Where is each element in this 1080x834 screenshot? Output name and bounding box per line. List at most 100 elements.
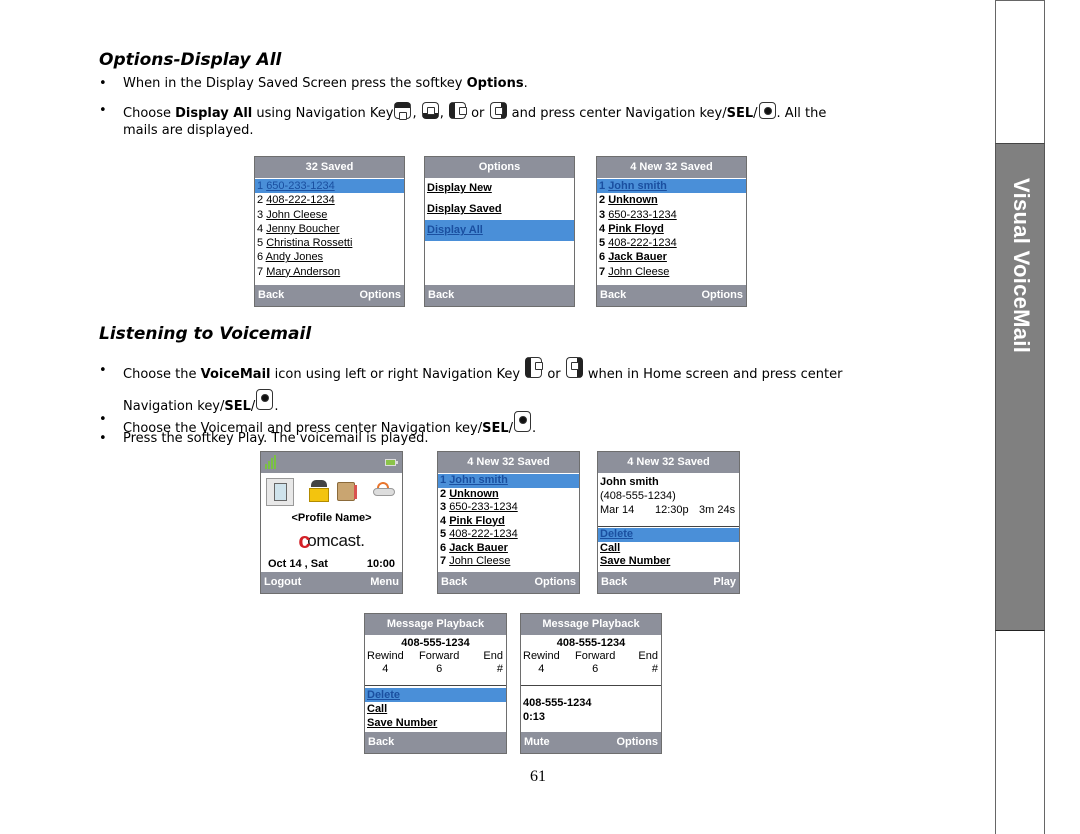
comcast-logo: comcast. [298, 528, 365, 553]
phone-screen-voicemail-detail: 4 New 32 Saved John smith (408-555-1234)… [597, 451, 740, 594]
list-item[interactable]: 1 650-233-1234 [255, 179, 404, 194]
softkey-back[interactable]: Back [428, 285, 454, 306]
list-item[interactable]: 6 Jack Bauer [438, 542, 579, 556]
section-title-options-display-all: Options-Display All [99, 50, 282, 70]
voicemail-app-icon[interactable] [266, 478, 294, 506]
side-tab-label: Visual VoiceMail [1009, 178, 1034, 354]
control-forward: Forward 6 [575, 650, 616, 675]
list-item[interactable]: 5 Christina Rossetti [255, 236, 404, 250]
phone-screen-playback-options: Message Playback 408-555-1234 Rewind 4 Fo… [364, 613, 507, 754]
softkey-options[interactable]: Options [534, 572, 576, 593]
nav-center-icon [758, 102, 776, 119]
bullet-dot: • [99, 431, 107, 446]
playing-number: 408-555-1234 [523, 697, 592, 709]
phonebook-app-icon[interactable] [309, 480, 329, 502]
option-display-new[interactable]: Display New [425, 178, 574, 199]
control-rewind: Rewind 4 [367, 650, 404, 675]
control-rewind: Rewind 4 [523, 650, 560, 675]
page-number: 61 [530, 768, 546, 785]
list-item[interactable]: 7 John Cleese [438, 555, 579, 569]
softkey-bar: Logout Menu [261, 572, 402, 593]
message-duration: 3m 24s [699, 504, 736, 516]
list-item[interactable]: 7 Mary Anderson [255, 265, 404, 279]
message-list: 1 650-233-1234 2 408-222-1234 3 John Cle… [255, 179, 404, 279]
softkey-options[interactable]: Options [359, 285, 401, 306]
list-item[interactable]: 4 Pink Floyd [597, 222, 746, 236]
softkey-back[interactable]: Back [441, 572, 467, 593]
divider [521, 685, 661, 686]
softkey-back[interactable]: Back [258, 285, 284, 306]
list-item[interactable]: 4 Pink Floyd [438, 515, 579, 529]
screen-header: Options [425, 157, 574, 178]
list-item[interactable]: 6 Andy Jones [255, 250, 404, 264]
softkey-play[interactable]: Play [713, 572, 736, 593]
list-item[interactable]: 1 John smith [438, 474, 579, 488]
phone-screen-all-list: 4 New 32 Saved 1 John smith 2 Unknown 3 … [596, 156, 747, 307]
option-save-number[interactable]: Save Number [598, 555, 739, 569]
nav-right-icon [489, 102, 507, 119]
side-tab-blank-top [995, 0, 1045, 143]
list-item[interactable]: 4 Jenny Boucher [255, 222, 404, 236]
list-item[interactable]: 5 408-222-1234 [438, 528, 579, 542]
caller-name: John smith [600, 476, 659, 488]
softkey-options[interactable]: Options [616, 732, 658, 753]
control-end: End # [638, 650, 658, 675]
nav-up-icon [394, 102, 412, 120]
option-display-saved[interactable]: Display Saved [425, 199, 574, 220]
bullet-dot: • [99, 363, 107, 378]
softkey-back[interactable]: Back [600, 285, 626, 306]
bullet-dot: • [99, 76, 107, 91]
playback-number: 408-555-1234 [401, 637, 470, 649]
bullet-dot: • [99, 412, 107, 427]
option-call[interactable]: Call [598, 542, 739, 556]
status-bar [261, 452, 402, 473]
message-list: 1 John smith 2 Unknown 3 650-233-1234 4 … [597, 179, 746, 279]
option-delete[interactable]: Delete [365, 688, 506, 702]
list-item[interactable]: 1 John smith [597, 179, 746, 194]
options-list: Delete Call Save Number [598, 528, 739, 569]
nav-center-icon [514, 411, 532, 432]
caller-number: (408-555-1234) [600, 490, 676, 502]
list-item[interactable]: 3 650-233-1234 [597, 208, 746, 222]
message-date: Mar 14 [600, 504, 635, 516]
softkey-bar: Back Options [255, 285, 404, 306]
list-item[interactable]: 3 650-233-1234 [438, 501, 579, 515]
divider [598, 526, 739, 527]
softkey-options[interactable]: Options [701, 285, 743, 306]
softkey-back[interactable]: Back [368, 732, 394, 753]
signal-icon [265, 455, 276, 469]
option-display-all[interactable]: Display All [425, 220, 574, 241]
softkey-bar: Back [365, 732, 506, 753]
list-item[interactable]: 2 408-222-1234 [255, 193, 404, 207]
phone-screen-saved-list: 32 Saved 1 650-233-1234 2 408-222-1234 3… [254, 156, 405, 307]
section-title-listening-to-voicemail: Listening to Voicemail [99, 324, 312, 344]
softkey-menu[interactable]: Menu [370, 572, 399, 593]
option-delete[interactable]: Delete [598, 528, 739, 542]
screen-header: 4 New 32 Saved [438, 452, 579, 473]
nav-right-icon [565, 357, 583, 378]
side-tab-blank-bottom [995, 631, 1045, 834]
phone-screen-home: <Profile Name> comcast. Oct 14 , Sat 10:… [260, 451, 403, 594]
bullet-dot: • [99, 103, 107, 118]
softkey-back[interactable]: Back [601, 572, 627, 593]
options-list: Delete Call Save Number [365, 688, 506, 730]
nav-down-icon [421, 102, 439, 119]
softkey-logout[interactable]: Logout [264, 572, 301, 593]
options-list: Display New Display Saved Display All [425, 178, 574, 241]
playback-number: 408-555-1234 [556, 637, 626, 649]
message-list: 1 John smith 2 Unknown 3 650-233-1234 4 … [438, 474, 579, 569]
list-item[interactable]: 2 Unknown [597, 193, 746, 207]
list-item[interactable]: 7 John Cleese [597, 265, 746, 279]
side-tab-visual-voicemail: Visual VoiceMail [995, 143, 1045, 631]
list-item[interactable]: 5 408-222-1234 [597, 236, 746, 250]
screen-header: 4 New 32 Saved [597, 157, 746, 178]
option-call[interactable]: Call [365, 702, 506, 716]
weather-app-icon[interactable] [373, 482, 395, 496]
notebook-app-icon[interactable] [337, 482, 357, 501]
softkey-mute[interactable]: Mute [524, 732, 550, 753]
option-save-number[interactable]: Save Number [365, 716, 506, 730]
list-item[interactable]: 3 John Cleese [255, 208, 404, 222]
list-item[interactable]: 6 Jack Bauer [597, 250, 746, 264]
list-item[interactable]: 2 Unknown [438, 488, 579, 502]
home-date: Oct 14 , Sat [268, 558, 328, 570]
